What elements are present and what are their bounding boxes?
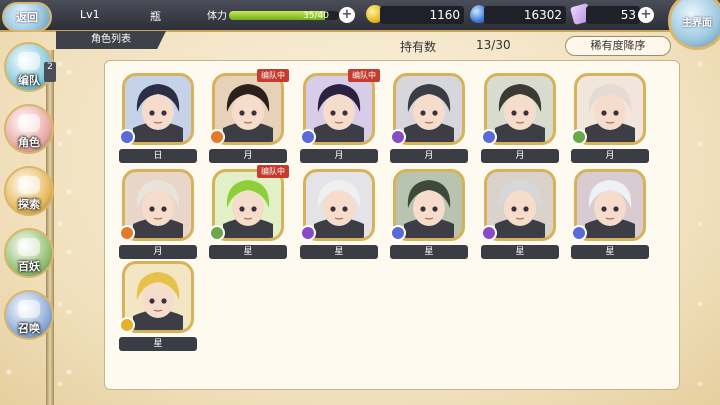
character-name: 日 — [119, 149, 197, 163]
element-attribute-icon — [119, 317, 135, 333]
element-attribute-icon — [481, 225, 497, 241]
character-card[interactable]: 编队中星 — [209, 165, 289, 261]
character-card[interactable]: 月 — [571, 73, 649, 165]
back-button[interactable]: 返回 — [2, 2, 52, 32]
element-attribute-icon — [571, 225, 587, 241]
in-team-badge: 编队中 — [257, 165, 289, 178]
sidebar-item-label: 角色 — [18, 136, 40, 149]
top-bar: Lv1 瓶 体力 35/40 + 1160 16302 53 + — [0, 0, 720, 32]
element-attribute-icon — [300, 225, 316, 241]
gold-amount: 1160 — [380, 6, 464, 24]
stamina-meter: 体力 35/40 — [205, 6, 345, 24]
element-attribute-icon — [390, 129, 406, 145]
team-formation-icon — [18, 52, 40, 70]
gem-amount: 16302 — [484, 6, 566, 24]
sidebar-item-label: 百妖 — [18, 260, 40, 273]
sort-by-rarity-button[interactable]: 稀有度降序 — [565, 36, 671, 56]
in-team-badge: 编队中 — [257, 69, 289, 82]
character-card[interactable]: 星 — [300, 169, 378, 261]
add-stamina-button[interactable]: + — [339, 7, 355, 23]
sidebar-item-label: 召唤 — [18, 322, 40, 335]
character-name: 月 — [481, 149, 559, 163]
character-card[interactable]: 编队中月 — [209, 69, 289, 165]
character-name: 月 — [209, 149, 287, 163]
monster-book-icon — [18, 238, 40, 256]
stamina-value: 35/40 — [303, 11, 329, 21]
character-icon — [18, 114, 40, 132]
owned-count: 13/30 — [476, 38, 511, 52]
in-team-badge: 编队中 — [348, 69, 380, 82]
sidebar-item-3[interactable]: 百妖 — [4, 228, 54, 278]
character-name: 星 — [481, 245, 559, 259]
character-name: 月 — [390, 149, 468, 163]
character-name: 星 — [300, 245, 378, 259]
element-attribute-icon — [209, 225, 225, 241]
ticket-amount: 53 — [586, 6, 640, 24]
sidebar-item-4[interactable]: 召唤 — [4, 290, 54, 340]
element-attribute-icon — [119, 129, 135, 145]
sidebar-item-label: 编队 — [18, 74, 40, 87]
element-attribute-icon — [209, 129, 225, 145]
summon-icon — [18, 300, 40, 318]
character-name: 星 — [209, 245, 287, 259]
character-name: 星 — [390, 245, 468, 259]
page-title: 角色列表 — [56, 31, 166, 49]
stamina-label: 体力 — [207, 11, 227, 22]
home-button-label: 主界面 — [682, 17, 712, 29]
character-card[interactable]: 月 — [481, 73, 559, 165]
character-card[interactable]: 星 — [119, 261, 197, 353]
character-list-panel: 日 编队中月 编队中月 月 月 月 月 编队中 星 星 星 星 星 星 — [104, 60, 680, 390]
sidebar-item-1[interactable]: 角色 — [4, 104, 54, 154]
character-name: 星 — [571, 245, 649, 259]
character-name: 星 — [119, 337, 197, 351]
player-level: Lv1 — [80, 8, 100, 21]
character-card[interactable]: 编队中月 — [300, 69, 380, 165]
character-card[interactable]: 星 — [481, 169, 559, 261]
add-tickets-button[interactable]: + — [638, 7, 654, 23]
explore-icon — [18, 176, 40, 194]
character-name: 月 — [119, 245, 197, 259]
character-name: 月 — [300, 149, 378, 163]
sidebar-item-label: 探索 — [18, 198, 40, 211]
character-card[interactable]: 月 — [119, 169, 197, 261]
element-attribute-icon — [119, 225, 135, 241]
character-name: 月 — [571, 149, 649, 163]
character-card[interactable]: 星 — [390, 169, 468, 261]
character-card[interactable]: 月 — [390, 73, 468, 165]
element-attribute-icon — [481, 129, 497, 145]
owned-label: 持有数 — [400, 40, 437, 54]
sidebar-item-2[interactable]: 探索 — [4, 166, 54, 216]
back-button-label: 返回 — [16, 11, 38, 24]
sidebar: 编队 2 角色探索百妖召唤 — [0, 30, 56, 405]
element-attribute-icon — [390, 225, 406, 241]
sidebar-item-0[interactable]: 编队 2 — [4, 42, 56, 92]
character-card[interactable]: 日 — [119, 73, 197, 165]
sidebar-badge: 2 — [44, 62, 56, 82]
element-attribute-icon — [571, 129, 587, 145]
element-attribute-icon — [300, 129, 316, 145]
character-card[interactable]: 星 — [571, 169, 649, 261]
player-name: 瓶 — [150, 10, 161, 23]
